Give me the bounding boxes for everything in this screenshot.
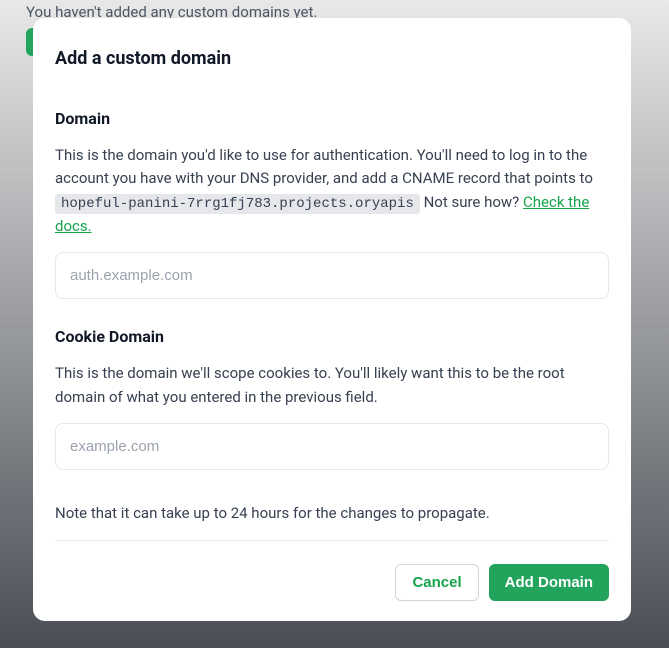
domain-label: Domain	[55, 109, 609, 128]
domain-description-text: This is the domain you'd like to use for…	[55, 146, 593, 187]
footer-divider	[55, 540, 609, 541]
modal-title: Add a custom domain	[55, 48, 609, 69]
cname-target: hopeful-panini-7rrg1fj783.projects.oryap…	[55, 194, 420, 214]
add-domain-button[interactable]: Add Domain	[489, 564, 609, 601]
cancel-button[interactable]: Cancel	[395, 564, 478, 601]
cookie-domain-input[interactable]	[55, 423, 609, 470]
cookie-domain-description: This is the domain we'll scope cookies t…	[55, 362, 609, 409]
add-domain-modal: Add a custom domain Domain This is the d…	[33, 18, 631, 621]
propagation-note: Note that it can take up to 24 hours for…	[55, 504, 609, 522]
domain-description: This is the domain you'd like to use for…	[55, 144, 609, 238]
domain-input[interactable]	[55, 252, 609, 299]
cookie-domain-label: Cookie Domain	[55, 327, 609, 346]
modal-footer: Cancel Add Domain	[55, 564, 609, 601]
not-sure-text: Not sure how?	[420, 193, 523, 211]
